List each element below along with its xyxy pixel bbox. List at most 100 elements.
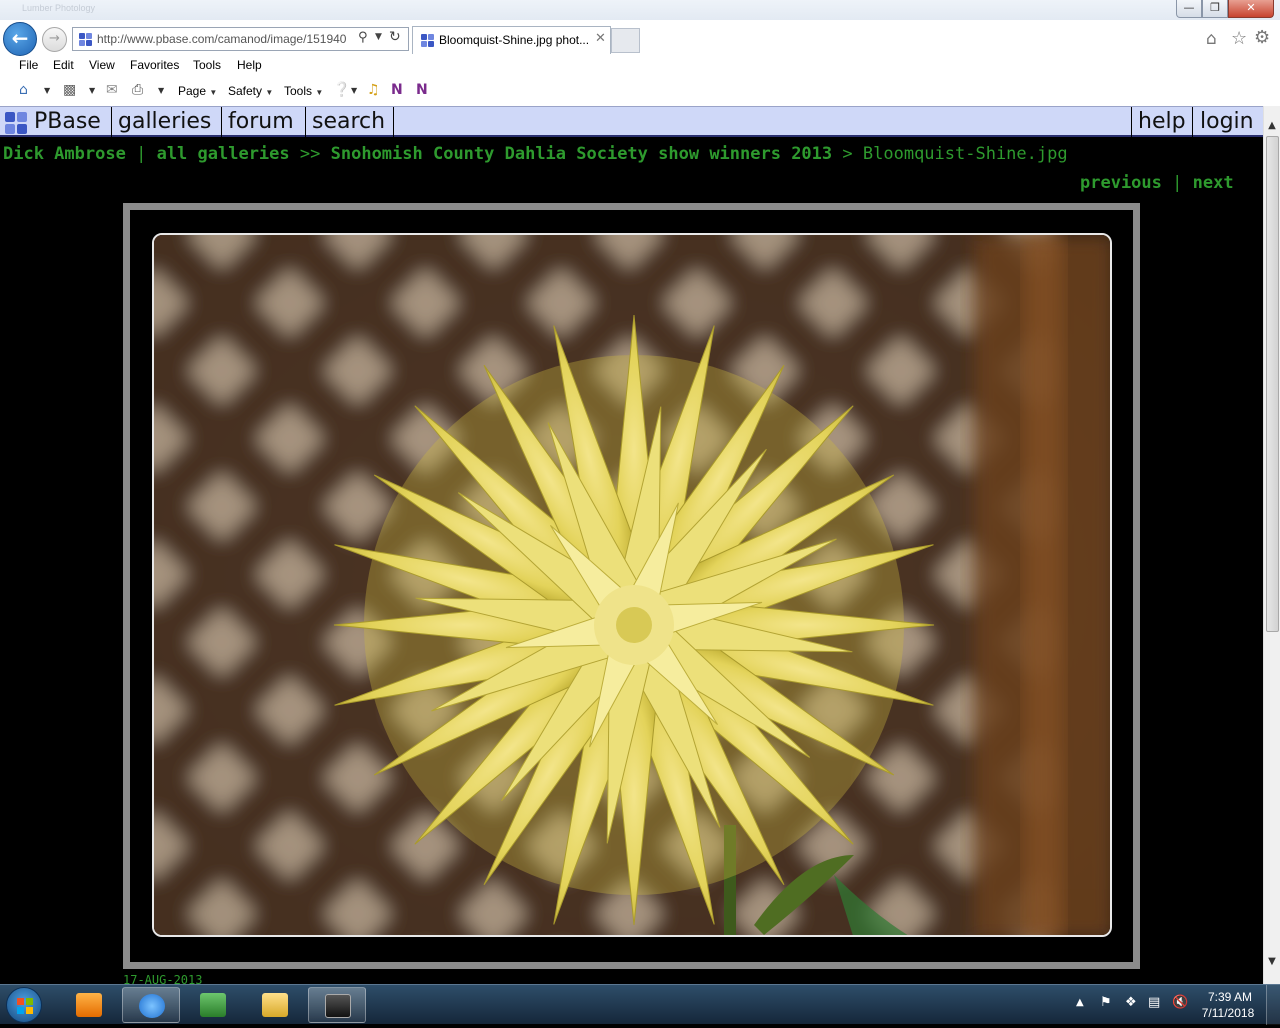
show-desktop-button[interactable] [1266, 985, 1280, 1025]
nav-search[interactable]: search [312, 108, 385, 136]
close-tab-icon[interactable]: ✕ [595, 31, 606, 46]
close-window-button[interactable]: ✕ [1228, 0, 1274, 18]
address-bar[interactable]: http://www.pbase.com/camanod/image/15194… [72, 27, 409, 51]
scroll-down-button[interactable]: ▼ [1264, 954, 1280, 970]
onenote-linked-icon[interactable]: N [416, 82, 428, 98]
breadcrumb-separator: > [842, 144, 853, 164]
research-icon[interactable]: ♫ [367, 82, 380, 98]
network-users-icon [200, 993, 226, 1017]
page-menu-label: Page [178, 84, 207, 98]
title-bar: Lumber Photology — ❐ ✕ [0, 0, 1280, 20]
url-text[interactable]: http://www.pbase.com/camanod/image/15194… [97, 32, 353, 46]
menu-edit[interactable]: Edit [53, 58, 74, 72]
search-icon[interactable]: ⚲ [358, 30, 368, 45]
command-bar: ⌂ ▼ ▩ ▼ ✉ ⎙ ▼ Page ▼ Safety ▼ Tools ▼ ❔ … [0, 79, 1280, 103]
arrow-right-icon: → [49, 31, 60, 46]
chevron-down-icon[interactable]: ▼ [158, 86, 164, 95]
nav-divider [1192, 107, 1193, 137]
nav-divider [393, 107, 394, 137]
scroll-up-button[interactable]: ▲ [1264, 118, 1280, 134]
photo-frame [123, 203, 1140, 969]
main-photo[interactable] [152, 233, 1112, 937]
photo-date: 17-AUG-2013 [123, 973, 203, 984]
scroll-thumb[interactable] [1266, 136, 1279, 632]
gear-icon[interactable]: ⚙ [1254, 27, 1270, 48]
menu-help[interactable]: Help [237, 58, 262, 72]
browser-tab[interactable]: Bloomquist-Shine.jpg phot... ✕ [412, 26, 611, 54]
minimize-button[interactable]: — [1176, 0, 1202, 18]
page-scrollbar[interactable]: ▲ ▼ [1263, 106, 1280, 984]
next-link[interactable]: next [1193, 173, 1234, 193]
breadcrumb-all-galleries-link[interactable]: all galleries [157, 144, 290, 164]
nav-divider [221, 107, 222, 137]
image-pager: previous | next [1080, 173, 1234, 193]
start-button[interactable] [6, 987, 42, 1023]
onenote-icon[interactable]: N [391, 82, 403, 98]
nav-galleries[interactable]: galleries [118, 108, 211, 136]
network-tray-icon[interactable]: ▤ [1148, 995, 1160, 1010]
taskbar-photo-app[interactable] [308, 987, 366, 1023]
eye-app-icon [325, 994, 351, 1018]
nav-divider [305, 107, 306, 137]
nav-divider [111, 107, 112, 137]
print-icon[interactable]: ⎙ [132, 82, 143, 98]
breadcrumb-separator: >> [299, 144, 321, 164]
feeds-icon[interactable]: ▩ [63, 82, 76, 98]
safety-menu-button[interactable]: Safety ▼ [228, 84, 273, 98]
nav-login[interactable]: login [1200, 108, 1254, 136]
previous-link[interactable]: previous [1080, 173, 1162, 193]
menu-view[interactable]: View [89, 58, 115, 72]
chevron-down-icon[interactable]: ▼ [44, 86, 50, 95]
breadcrumb-gallery-link[interactable]: Snohomish County Dahlia Society show win… [331, 144, 833, 164]
nav-pbase-home[interactable]: PBase [34, 108, 101, 136]
nav-forum[interactable]: forum [228, 108, 294, 136]
breadcrumb-current-image: Bloomquist-Shine.jpg [862, 144, 1068, 164]
safety-menu-label: Safety [228, 84, 263, 98]
volume-muted-icon[interactable]: 🔇 [1172, 995, 1188, 1010]
back-button[interactable]: ← [3, 22, 37, 56]
breadcrumb-separator: | [136, 144, 147, 164]
favorites-star-icon[interactable]: ☆ [1231, 28, 1247, 49]
taskbar-network[interactable] [184, 987, 242, 1023]
home-icon[interactable]: ⌂ [19, 82, 28, 98]
chevron-down-icon[interactable]: ▼ [375, 32, 382, 42]
tools-menu-button[interactable]: Tools ▼ [284, 84, 323, 98]
new-tab-button[interactable] [611, 28, 640, 53]
help-icon[interactable]: ❔ [333, 82, 350, 98]
folder-icon [262, 993, 288, 1017]
taskbar: ▲ ⚑ ❖ ▤ 🔇 7:39 AM 7/11/2018 [0, 984, 1280, 1025]
menu-favorites[interactable]: Favorites [130, 58, 179, 72]
tab-title: Bloomquist-Shine.jpg phot... [439, 33, 590, 47]
action-center-flag-icon[interactable]: ⚑ [1100, 995, 1112, 1010]
show-hidden-icons-icon[interactable]: ▲ [1076, 997, 1084, 1008]
browser-chrome: Lumber Photology — ❐ ✕ ← → http://www.pb… [0, 0, 1280, 106]
menu-file[interactable]: File [19, 58, 38, 72]
pbase-logo-icon [5, 112, 27, 134]
dahlia-photo-drawing [154, 235, 1110, 935]
taskbar-media-player[interactable] [60, 987, 118, 1023]
nav-divider [1131, 107, 1132, 137]
menu-tools[interactable]: Tools [193, 58, 221, 72]
dropbox-icon[interactable]: ❖ [1125, 995, 1137, 1010]
home-icon[interactable]: ⌂ [1206, 29, 1217, 49]
clock-date[interactable]: 7/11/2018 [1196, 1006, 1260, 1020]
pbase-favicon-icon [421, 34, 434, 47]
taskbar-internet-explorer[interactable] [122, 987, 180, 1023]
pbase-header: PBase galleries forum search help login [0, 106, 1263, 137]
chevron-down-icon[interactable]: ▼ [351, 86, 357, 95]
refresh-icon[interactable]: ↻ [389, 29, 401, 45]
window-title: Lumber Photology [22, 3, 96, 13]
page-menu-button[interactable]: Page ▼ [178, 84, 217, 98]
windows-logo-icon [17, 998, 33, 1014]
pbase-favicon-icon [79, 33, 92, 46]
forward-button[interactable]: → [42, 27, 67, 52]
chevron-down-icon[interactable]: ▼ [89, 86, 95, 95]
tools-menu-label: Tools [284, 84, 313, 98]
media-player-icon [76, 993, 102, 1017]
taskbar-explorer[interactable] [246, 987, 304, 1023]
clock-time[interactable]: 7:39 AM [1200, 990, 1260, 1004]
mail-icon[interactable]: ✉ [106, 82, 118, 98]
breadcrumb-user-link[interactable]: Dick Ambrose [3, 144, 126, 164]
maximize-button[interactable]: ❐ [1202, 0, 1228, 18]
nav-help[interactable]: help [1138, 108, 1186, 136]
